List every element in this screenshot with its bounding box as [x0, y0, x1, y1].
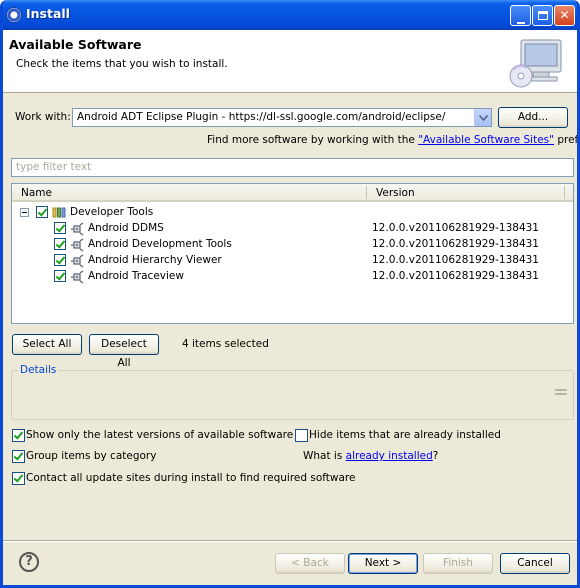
hide-installed-label[interactable]: Hide items that are already installed	[309, 429, 501, 441]
tree-item-row[interactable]: Android Hierarchy Viewer 12.0.0.v2011062…	[12, 253, 573, 269]
latest-versions-label[interactable]: Show only the latest versions of availab…	[26, 429, 293, 441]
filter-input[interactable]: type filter text	[11, 158, 574, 177]
work-with-combo[interactable]: Android ADT Eclipse Plugin - https://dl-…	[72, 108, 492, 127]
latest-versions-checkbox[interactable]	[12, 429, 25, 442]
wizard-header: Available Software Check the items that …	[3, 30, 577, 93]
hint-suffix: preferences.	[557, 134, 579, 146]
maximize-icon	[537, 11, 548, 20]
tree-group-row[interactable]: Developer Tools	[12, 205, 573, 221]
item-version: 12.0.0.v201106281929-138431	[372, 270, 539, 282]
details-group: Details	[11, 364, 574, 420]
available-sites-link[interactable]: "Available Software Sites"	[418, 134, 554, 146]
available-sites-hint: Find more software by working with the "…	[207, 134, 579, 146]
details-label: Details	[18, 364, 59, 376]
help-icon[interactable]: ?	[19, 552, 39, 572]
column-separator[interactable]	[366, 186, 367, 199]
hide-installed-checkbox[interactable]	[295, 429, 308, 442]
plugin-icon	[71, 238, 84, 252]
item-checkbox[interactable]	[54, 254, 66, 266]
group-name: Developer Tools	[70, 206, 154, 218]
details-resize-icon[interactable]	[554, 385, 568, 399]
item-checkbox[interactable]	[54, 222, 66, 234]
title-bar[interactable]: Install ✕	[3, 0, 577, 30]
plugin-icon	[71, 270, 84, 284]
cancel-button[interactable]: Cancel	[500, 553, 570, 574]
tree-item-row[interactable]: Android DDMS 12.0.0.v201106281929-138431	[12, 221, 573, 237]
install-dialog: Install ✕ Available Software Check the i…	[0, 0, 580, 588]
work-with-value: Android ADT Eclipse Plugin - https://dl-…	[77, 111, 446, 123]
selection-status: 4 items selected	[182, 338, 269, 350]
contact-sites-checkbox[interactable]	[12, 472, 25, 485]
back-button[interactable]: < Back	[275, 553, 345, 574]
category-icon	[52, 207, 66, 218]
hint-prefix: Find more software by working with the	[207, 134, 419, 146]
contact-sites-label[interactable]: Contact all update sites during install …	[26, 472, 355, 484]
item-version: 12.0.0.v201106281929-138431	[372, 254, 539, 266]
item-checkbox[interactable]	[54, 270, 66, 282]
add-site-button[interactable]: Add...	[498, 107, 568, 128]
eclipse-icon	[6, 7, 22, 23]
item-name: Android DDMS	[88, 222, 164, 234]
column-separator[interactable]	[564, 186, 565, 199]
item-version: 12.0.0.v201106281929-138431	[372, 222, 539, 234]
combo-dropdown-button[interactable]	[474, 109, 491, 126]
group-by-category-checkbox[interactable]	[12, 450, 25, 463]
group-checkbox[interactable]	[36, 206, 48, 218]
plugin-icon	[71, 254, 84, 268]
tree-header: Name Version	[12, 184, 573, 202]
already-installed-link[interactable]: already installed	[346, 450, 433, 462]
chevron-down-icon	[478, 114, 488, 121]
window-title: Install	[26, 6, 70, 21]
finish-button[interactable]: Finish	[423, 553, 493, 574]
tree-item-row[interactable]: Android Traceview 12.0.0.v201106281929-1…	[12, 269, 573, 285]
item-name: Android Hierarchy Viewer	[88, 254, 222, 266]
plugin-icon	[71, 222, 84, 236]
page-subtitle: Check the items that you wish to install…	[16, 58, 228, 70]
group-by-category-label[interactable]: Group items by category	[26, 450, 156, 462]
item-name: Android Traceview	[88, 270, 184, 282]
deselect-all-button[interactable]: Deselect All	[89, 334, 159, 369]
tree-item-row[interactable]: Android Development Tools 12.0.0.v201106…	[12, 237, 573, 253]
close-button[interactable]: ✕	[554, 5, 575, 26]
close-icon: ✕	[559, 8, 570, 22]
maximize-button[interactable]	[532, 5, 553, 26]
item-checkbox[interactable]	[54, 238, 66, 250]
column-version-header[interactable]: Version	[376, 187, 415, 199]
minimize-icon	[516, 22, 525, 24]
what-is-suffix: ?	[432, 450, 439, 462]
work-with-label: Work with:	[15, 111, 71, 123]
minimize-button[interactable]	[510, 5, 531, 26]
what-is-prefix: What is	[303, 450, 346, 462]
item-version: 12.0.0.v201106281929-138431	[372, 238, 539, 250]
footer-separator	[3, 540, 577, 542]
install-computer-icon	[509, 39, 562, 88]
page-title: Available Software	[9, 37, 142, 52]
column-name-header[interactable]: Name	[21, 187, 52, 199]
select-all-button[interactable]: Select All	[12, 334, 82, 355]
already-installed-hint: What is already installed?	[303, 450, 438, 462]
software-tree: Name Version Developer Tools Android DDM…	[11, 183, 574, 324]
item-name: Android Development Tools	[88, 238, 232, 250]
next-button[interactable]: Next >	[348, 553, 418, 574]
collapse-icon[interactable]	[20, 208, 29, 217]
